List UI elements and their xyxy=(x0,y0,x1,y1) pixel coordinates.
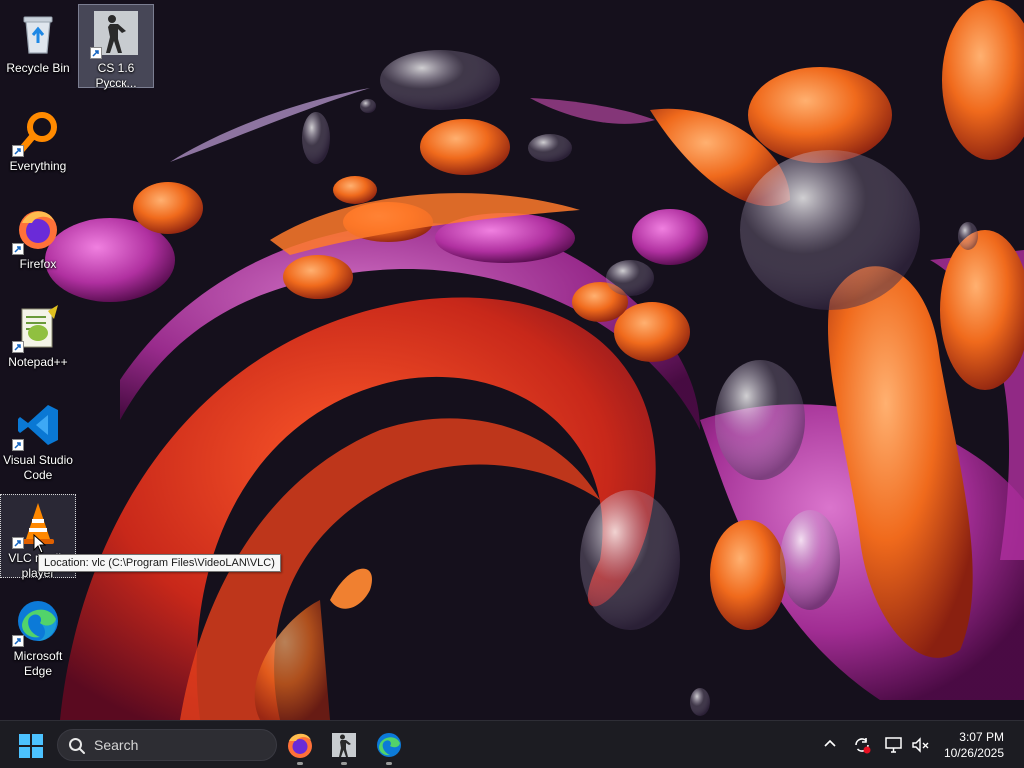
desktop-icon-label: Firefox xyxy=(19,257,57,271)
taskbar-app-edge[interactable] xyxy=(373,729,405,765)
mouse-cursor-icon xyxy=(33,534,47,554)
desktop-icon-notepadpp[interactable]: Notepad++ xyxy=(0,298,76,382)
shortcut-arrow-icon xyxy=(90,47,102,59)
windows-logo-icon xyxy=(19,734,43,758)
shortcut-arrow-icon xyxy=(12,635,24,647)
clock-date: 10/26/2025 xyxy=(943,746,1004,760)
desktop-icon-label: CS 1.6 Русск... xyxy=(95,61,137,90)
display-icon[interactable] xyxy=(884,735,904,755)
recycle-bin-icon xyxy=(14,9,62,57)
cs-icon xyxy=(332,733,356,757)
vscode-icon xyxy=(12,401,62,451)
edge-icon xyxy=(377,733,401,757)
shortcut-arrow-icon xyxy=(12,341,24,353)
notepadpp-icon xyxy=(12,303,62,353)
search-placeholder: Search xyxy=(94,737,139,753)
taskbar: Search 3:07 PM 10/26/2025 xyxy=(0,720,1024,768)
chevron-up-icon[interactable] xyxy=(822,735,838,751)
tooltip: Location: vlc (C:\Program Files\VideoLAN… xyxy=(38,554,281,572)
running-indicator xyxy=(386,762,392,765)
desktop-wallpaper xyxy=(0,0,1024,720)
desktop-icon-label: Visual Studio Code xyxy=(3,453,73,482)
running-indicator xyxy=(341,762,347,765)
search-icon xyxy=(69,738,85,754)
running-indicator xyxy=(297,762,303,765)
desktop-icon-label: Everything xyxy=(9,159,67,173)
sync-icon[interactable] xyxy=(852,735,872,755)
taskbar-app-firefox[interactable] xyxy=(284,729,316,765)
desktop-icon-label: Microsoft Edge xyxy=(13,649,63,678)
desktop-icon-vscode[interactable]: Visual Studio Code xyxy=(0,396,76,482)
edge-icon xyxy=(12,597,62,647)
firefox-icon xyxy=(12,205,62,255)
start-button[interactable] xyxy=(18,733,44,759)
system-clock[interactable]: 3:07 PM 10/26/2025 xyxy=(944,729,1004,761)
clock-time: 3:07 PM xyxy=(959,730,1004,744)
shortcut-arrow-icon xyxy=(12,439,24,451)
desktop-icon-label: Recycle Bin xyxy=(6,61,70,75)
taskbar-search-box[interactable]: Search xyxy=(57,729,277,761)
shortcut-arrow-icon xyxy=(12,243,24,255)
desktop-icon-recycle-bin[interactable]: Recycle Bin xyxy=(0,4,76,88)
volume-mute-icon[interactable] xyxy=(910,735,930,755)
shortcut-arrow-icon xyxy=(12,537,24,549)
everything-icon xyxy=(12,107,62,157)
firefox-icon xyxy=(288,733,312,758)
shortcut-arrow-icon xyxy=(12,145,24,157)
desktop-icon-label: Notepad++ xyxy=(8,355,68,369)
desktop-icon-firefox[interactable]: Firefox xyxy=(0,200,76,284)
desktop-icon-everything[interactable]: Everything xyxy=(0,102,76,186)
desktop-icon-cs[interactable]: CS 1.6 Русск... xyxy=(78,4,154,90)
desktop-icon-edge[interactable]: Microsoft Edge xyxy=(0,592,76,678)
taskbar-app-cs[interactable] xyxy=(328,729,360,765)
cs-icon xyxy=(90,9,140,59)
